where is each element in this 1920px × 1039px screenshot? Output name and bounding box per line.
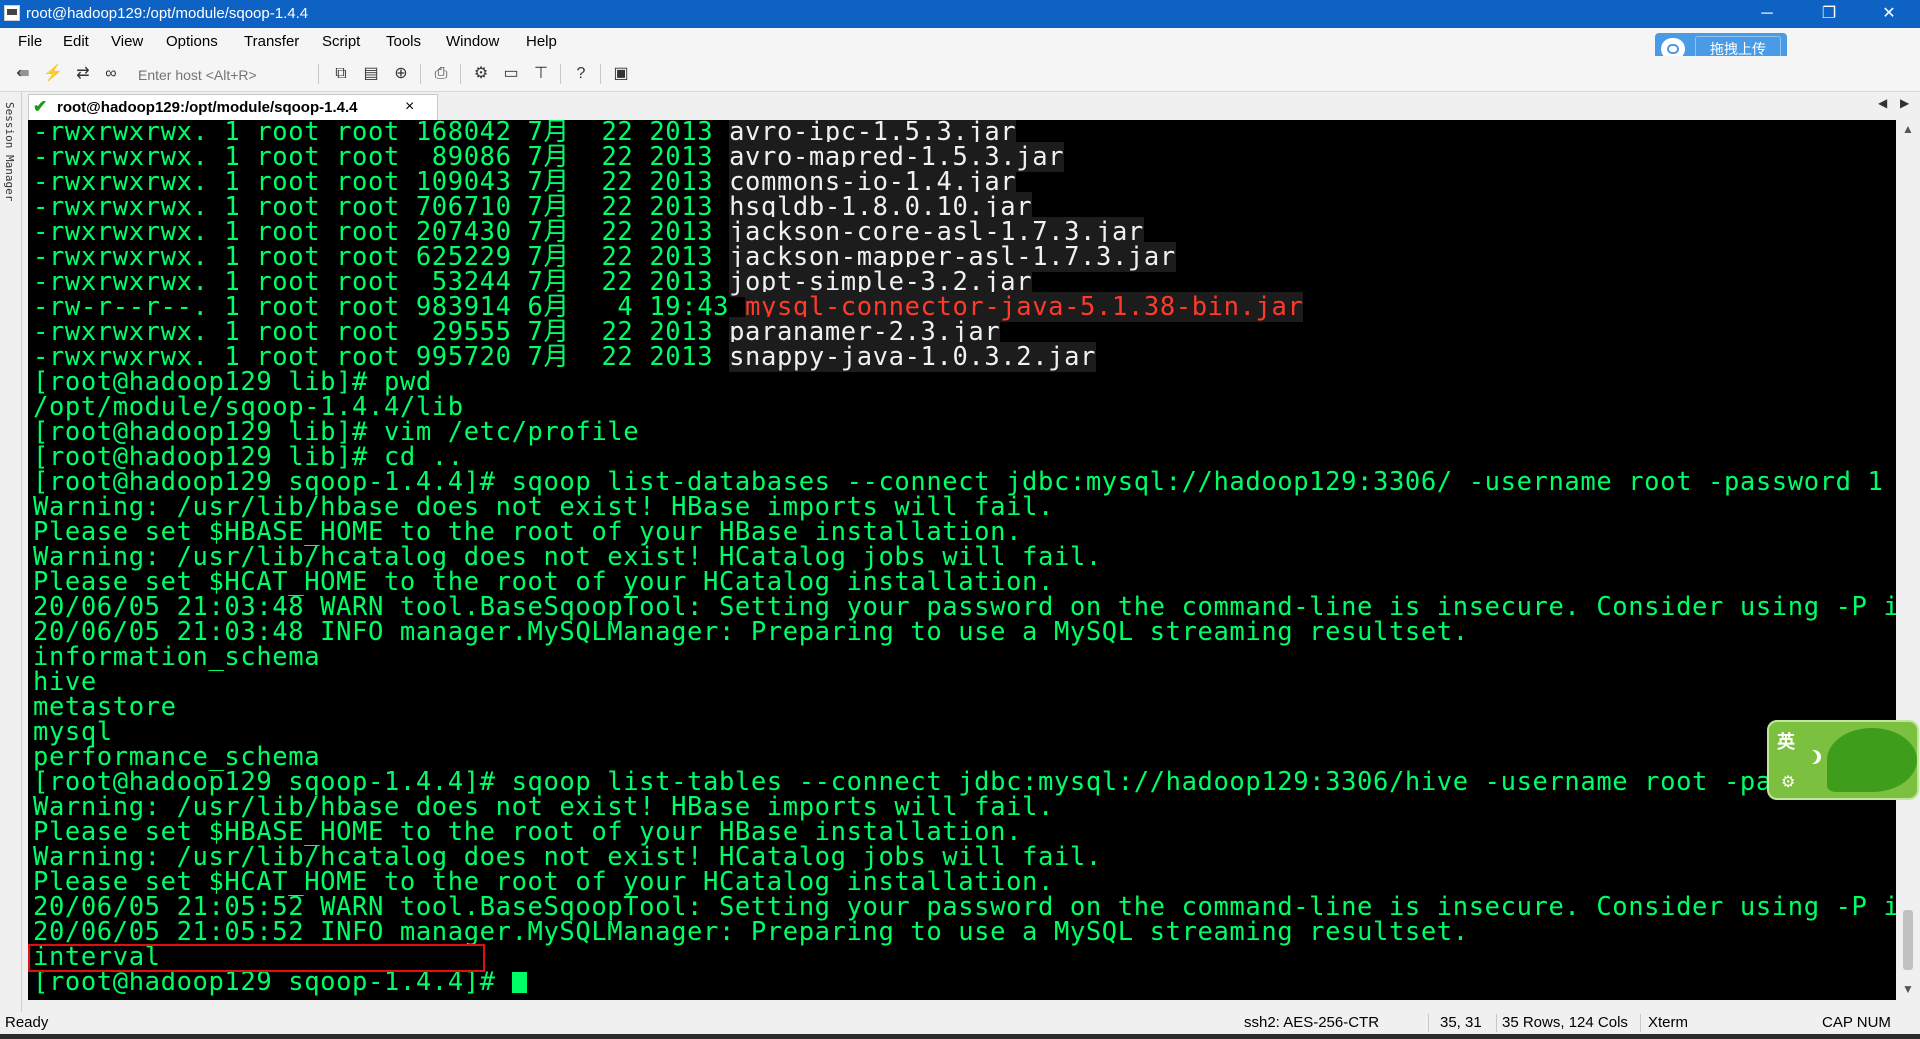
menu-transfer[interactable]: Transfer [244, 33, 299, 51]
copy-icon[interactable]: ⧉ [330, 63, 352, 85]
ime-language-label: 英 [1777, 732, 1795, 752]
menu-window[interactable]: Window [446, 33, 499, 51]
connected-check-icon: ✔ [33, 97, 48, 116]
status-term-type: Xterm [1648, 1014, 1689, 1031]
ime-widget[interactable]: 英 ⚙ [1767, 720, 1919, 800]
tab-scroll-right-icon[interactable]: ▶ [1900, 96, 1909, 110]
highlight-box [28, 944, 485, 972]
session-manager-panel[interactable]: Session Manager [0, 92, 22, 1012]
app-icon [4, 5, 20, 21]
settings-icon[interactable]: ⚙ [470, 63, 492, 85]
window-title: root@hadoop129:/opt/module/sqoop-1.4.4 [26, 5, 309, 22]
terminal-cursor [511, 972, 527, 993]
taskbar-strip [0, 1034, 1920, 1039]
menu-bar: File Edit View Options Transfer Script T… [0, 28, 1920, 56]
status-size: 35 Rows, 124 Cols [1502, 1014, 1628, 1031]
sftp-icon[interactable]: ⊤ [530, 63, 552, 85]
terminal-filename: snappy-java-1.0.3.2.jar [729, 342, 1097, 372]
menu-edit[interactable]: Edit [63, 33, 89, 51]
gear-icon[interactable]: ⚙ [1781, 772, 1795, 792]
terminal-line: 20/06/05 21:05:52 INFO manager.MySQLMana… [33, 917, 1896, 947]
find-icon[interactable]: ⊕ [390, 63, 412, 85]
tab-scroll-left-icon[interactable]: ◀ [1878, 96, 1887, 110]
leaf-icon [1827, 728, 1917, 792]
menu-view[interactable]: View [111, 33, 143, 51]
menu-options[interactable]: Options [166, 33, 218, 51]
restore-button[interactable]: ❐ [1806, 0, 1852, 28]
status-ready: Ready [5, 1014, 49, 1031]
session-tab-label: root@hadoop129:/opt/module/sqoop-1.4.4 [57, 99, 358, 116]
status-separator [1640, 1014, 1641, 1032]
lightning-icon[interactable]: ⚡ [42, 63, 64, 85]
keymap-icon[interactable]: ▭ [500, 63, 522, 85]
terminal-output: -rwxrwxrwx. 1 root root 168042 7月 22 201… [33, 120, 1896, 995]
status-keys: CAP NUM [1822, 1014, 1891, 1031]
close-window-button[interactable]: ✕ [1866, 0, 1912, 28]
toolbar-separator [600, 64, 601, 84]
menu-script[interactable]: Script [322, 33, 360, 51]
session-tab[interactable]: ✔ root@hadoop129:/opt/module/sqoop-1.4.4… [28, 94, 438, 120]
status-separator [1496, 1014, 1497, 1032]
tab-bar: ✔ root@hadoop129:/opt/module/sqoop-1.4.4… [22, 92, 1920, 120]
terminal-area[interactable]: -rwxrwxrwx. 1 root root 168042 7月 22 201… [28, 120, 1896, 1000]
scroll-down-icon[interactable]: ▼ [1902, 982, 1914, 996]
menu-tools[interactable]: Tools [386, 33, 421, 51]
link-icon[interactable]: ∞ [100, 63, 122, 85]
help-icon[interactable]: ? [570, 63, 592, 85]
toolbar-separator [318, 64, 319, 84]
moon-icon [1803, 750, 1817, 764]
terminal-line: [root@hadoop129 sqoop-1.4.4]# [33, 969, 1896, 995]
status-bar: Ready ssh2: AES-256-CTR 35, 31 35 Rows, … [0, 1012, 1920, 1034]
menu-file[interactable]: File [18, 33, 42, 51]
reconnect-icon[interactable]: ⇄ [72, 63, 94, 85]
scrollbar-thumb[interactable] [1903, 910, 1913, 970]
status-separator [1428, 1014, 1429, 1032]
menu-help[interactable]: Help [526, 33, 557, 51]
terminal-line: hive [33, 669, 1896, 695]
status-cursor-position: 35, 31 [1440, 1014, 1482, 1031]
session-manager-label: Session Manager [3, 102, 16, 202]
screen-icon[interactable]: ▣ [610, 63, 632, 85]
print-icon[interactable]: ⎙ [430, 63, 452, 85]
terminal-scrollbar[interactable]: ▲ ▼ [1896, 120, 1920, 1000]
status-cipher: ssh2: AES-256-CTR [1244, 1014, 1380, 1031]
paste-icon[interactable]: ▤ [360, 63, 382, 85]
terminal-line-text: 20/06/05 21:05:52 INFO manager.MySQLMana… [33, 917, 1469, 947]
toolbar-separator [420, 64, 421, 84]
title-bar: root@hadoop129:/opt/module/sqoop-1.4.4 ─… [0, 0, 1920, 28]
terminal-line: information_schema [33, 644, 1896, 670]
connect-bar-icon[interactable]: ⇚ [12, 63, 34, 85]
toolbar-separator [460, 64, 461, 84]
toolbar-separator [560, 64, 561, 84]
close-tab-icon[interactable]: × [405, 98, 414, 116]
terminal-line: metastore [33, 694, 1896, 720]
host-input[interactable] [136, 64, 310, 86]
scroll-up-icon[interactable]: ▲ [1902, 122, 1914, 136]
minimize-button[interactable]: ─ [1744, 0, 1790, 28]
toolbar: ⇚ ⚡ ⇄ ∞ ⧉ ▤ ⊕ ⎙ ⚙ ▭ ⊤ ? ▣ [0, 56, 1920, 92]
